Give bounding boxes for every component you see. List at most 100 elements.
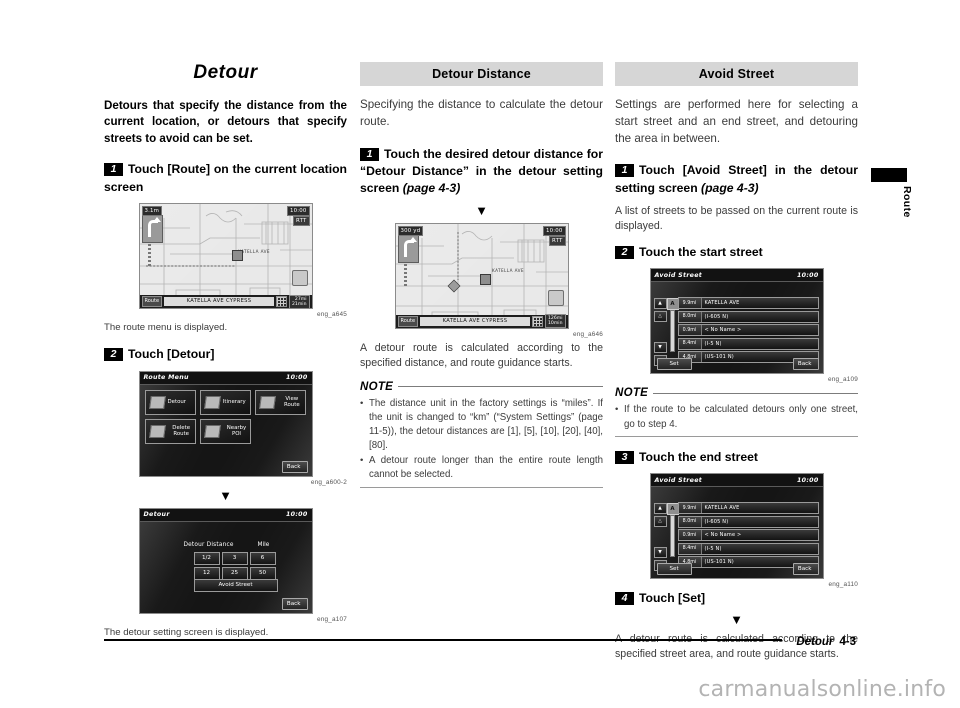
street-name: (I-5 N): [704, 340, 722, 347]
detour-icon: [148, 395, 166, 409]
route-button[interactable]: Route: [397, 315, 419, 327]
footer-page-number: 4-3: [839, 636, 856, 648]
map-rtt-tag: RTT: [293, 216, 310, 227]
street-distance: 8.4mi: [678, 338, 702, 349]
figure-code: eng_a646: [572, 330, 603, 338]
grid-icon[interactable]: [275, 296, 287, 308]
street-row[interactable]: 0.9mi < No Name >: [677, 529, 819, 542]
footer: Detour 4-3: [796, 636, 856, 648]
tile-empty: [255, 419, 306, 444]
set-button[interactable]: Set: [656, 358, 692, 371]
tile-view-route[interactable]: View Route: [255, 389, 307, 415]
nav-screen-map-2: KATELLA AVE 300 yd 10:00 RTT Route KATEL…: [394, 222, 569, 329]
street-distance: 8.4mi: [678, 543, 702, 554]
set-button[interactable]: Set: [656, 563, 692, 576]
street-row[interactable]: 9.9mi KATELLA AVE: [677, 502, 819, 515]
street-row[interactable]: 8.0mi (I-605 N): [677, 515, 819, 528]
step-number-badge: 1: [360, 147, 379, 161]
avoid-street-button[interactable]: Avoid Street: [193, 578, 278, 592]
flow-arrow-down-icon: ▼: [219, 487, 232, 503]
detour-screen-title: Detour: [143, 511, 170, 519]
avoid-street-body: ▲ △ A ▼ ■ 9.9mi KATELLA AVE: [650, 487, 823, 579]
detour-screen-header: Detour 10:00: [139, 508, 312, 522]
map-clock-tag: 10:00: [286, 206, 310, 217]
route-menu-header: Route Menu 10:00: [139, 371, 312, 385]
distance-button[interactable]: 6: [249, 551, 276, 565]
watermark: carmanualsonline.info: [698, 677, 946, 702]
step-1-label: Touch the desired detour distance for “D…: [360, 146, 603, 196]
avoid-street-side-keys: ▲ △: [653, 298, 667, 323]
detour-screen-body: Detour Distance Mile 1/2 3 6 12 25 50 Av…: [139, 521, 312, 613]
tile-nearby-poi[interactable]: Nearby POI: [199, 418, 252, 444]
step-number-badge: 2: [104, 348, 123, 362]
street-row[interactable]: 8.0mi (I-605 N): [677, 310, 819, 323]
map-bottom-bar: Route KATELLA AVE CYPRESS 27mi 21min: [139, 294, 312, 309]
avoid-street-clock: 10:00: [796, 476, 819, 484]
distance-bar-icon: [403, 263, 407, 286]
map-roads-svg: KATELLA AVE: [139, 204, 312, 309]
figure-route-menu: Route Menu 10:00 Detour Itinerary View R…: [104, 370, 347, 486]
map-bottom-bar: Route KATELLA AVE CYPRESS 126mi 10min: [395, 314, 568, 328]
detour-distance-intro: Specifying the distance to calculate the…: [360, 98, 603, 128]
step-1-route: 1 Touch [Route] on the current location s…: [104, 161, 347, 196]
map-side-icon[interactable]: [547, 289, 564, 306]
detour-unit-label: Mile: [257, 541, 270, 548]
figure-3-caption: The detour setting screen is displayed.: [104, 626, 269, 638]
note-item: If the route to be calculated detours on…: [615, 403, 858, 431]
street-row[interactable]: 8.4mi (I-5 N): [677, 542, 819, 555]
eta-tag: 126mi 10min: [544, 314, 566, 328]
page-up-icon[interactable]: △: [653, 311, 667, 323]
note-label: NOTE: [360, 380, 394, 393]
street-name: (I-605 N): [704, 518, 729, 525]
eta-tag: 27mi 21min: [288, 294, 310, 309]
note-block-distance: NOTE The distance unit in the factory se…: [360, 381, 603, 488]
street-distance: 0.9mi: [678, 530, 702, 541]
street-row[interactable]: 9.9mi KATELLA AVE: [677, 297, 819, 310]
distance-button[interactable]: 1/2: [193, 551, 220, 565]
street-row[interactable]: 0.9mi < No Name >: [677, 324, 819, 337]
figure-avoid-street-start: Avoid Street 10:00 ▲ △ A ▼ ■: [615, 268, 858, 383]
back-button[interactable]: Back: [281, 597, 308, 610]
figure-code: eng_a600-2: [310, 478, 347, 486]
avoid-street-header: Avoid Street 10:00: [650, 269, 823, 283]
step-2-label: Touch the start street: [639, 245, 763, 260]
scroll-down-icon[interactable]: ▼: [653, 342, 667, 354]
nav-screen-avoid-street-2: Avoid Street 10:00 ▲ △ A ▼ ■: [649, 473, 824, 580]
page-up-icon[interactable]: △: [653, 516, 667, 528]
scroll-up-icon[interactable]: ▲: [653, 503, 667, 515]
map-side-icon[interactable]: [291, 270, 308, 287]
back-button[interactable]: Back: [792, 563, 819, 576]
note-rule: [653, 392, 858, 394]
scrollbar[interactable]: [669, 310, 675, 353]
figure-detour-setting: Detour 10:00 Detour Distance Mile 1/2 3 …: [104, 507, 347, 623]
scrollbar[interactable]: [669, 515, 675, 558]
route-menu-title: Route Menu: [143, 374, 189, 382]
step-3-end-street: 3 Touch the end street: [615, 449, 858, 466]
street-list: 9.9mi KATELLA AVE 8.0mi (I-605 N) 0.9mi …: [677, 297, 819, 364]
route-menu-tiles: Detour Itinerary View Route Delete Route…: [144, 389, 307, 444]
street-row[interactable]: 8.4mi (I-5 N): [677, 337, 819, 350]
tile-delete-route[interactable]: Delete Route: [144, 418, 196, 444]
step-number-badge: 4: [615, 592, 634, 606]
nav-screen-avoid-street-1: Avoid Street 10:00 ▲ △ A ▼ ■: [649, 268, 824, 375]
back-button[interactable]: Back: [281, 460, 308, 473]
figure-current-location-map: KATELLA AVE 3.1m 10:00 RTT Route KATELLA…: [104, 203, 347, 318]
page-title: Detour: [193, 62, 258, 83]
scroll-down-icon[interactable]: ▼: [653, 547, 667, 559]
map-clock-tag: 10:00: [542, 225, 566, 236]
note-items: If the route to be calculated detours on…: [615, 403, 858, 431]
step-4-set: 4 Touch [Set]: [615, 590, 858, 607]
note-header: NOTE: [360, 381, 603, 393]
scroll-up-icon[interactable]: ▲: [653, 298, 667, 310]
svg-text:KATELLA AVE: KATELLA AVE: [492, 268, 524, 273]
back-button[interactable]: Back: [792, 358, 819, 371]
tile-detour[interactable]: Detour: [144, 389, 196, 415]
section-title-avoid-street: Avoid Street: [615, 62, 858, 86]
tile-itinerary[interactable]: Itinerary: [199, 389, 252, 415]
route-button[interactable]: Route: [141, 296, 163, 308]
step-number-badge: 2: [615, 246, 634, 260]
grid-icon[interactable]: [531, 315, 543, 327]
intro-paragraph: Detours that specify the distance from t…: [104, 99, 347, 145]
distance-button[interactable]: 3: [221, 551, 248, 565]
section-title-detour-distance: Detour Distance: [360, 62, 603, 86]
